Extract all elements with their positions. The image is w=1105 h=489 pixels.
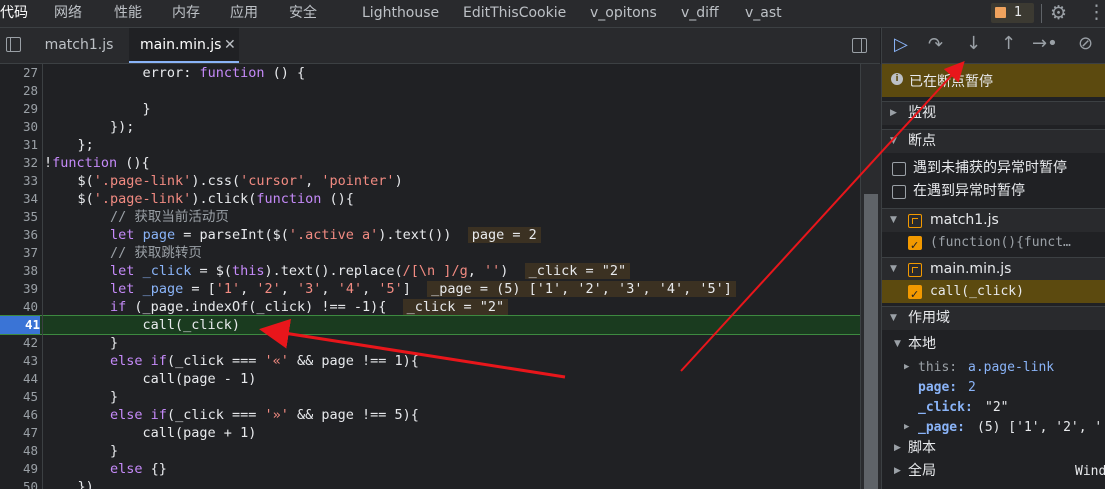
arrow-to-step-into — [680, 61, 965, 372]
arrow-to-breakpoint — [259, 318, 566, 379]
annotation-arrows — [259, 61, 965, 379]
